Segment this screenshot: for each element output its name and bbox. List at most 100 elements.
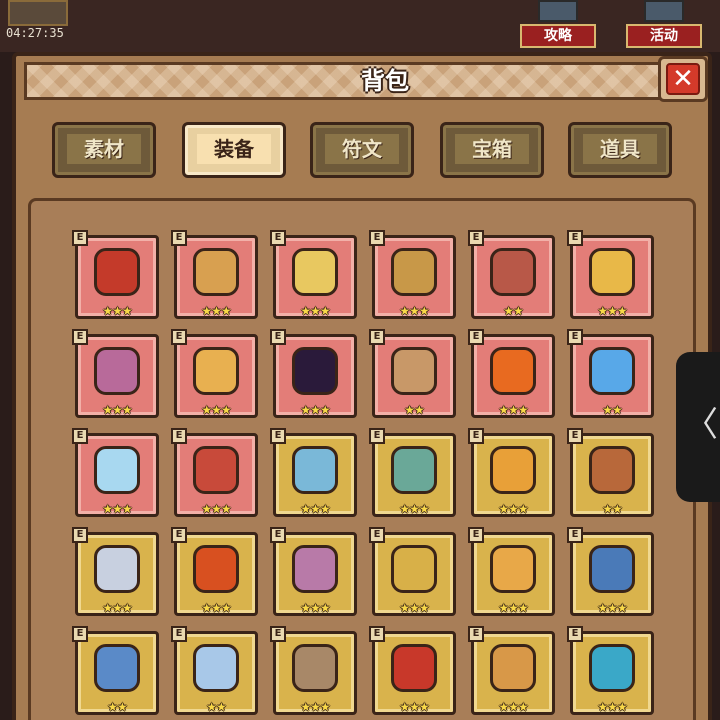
tab-runes[interactable]: 符文 bbox=[310, 122, 414, 178]
title-band: 背包 bbox=[24, 62, 664, 100]
item-grid: E ★★★ E ★★★ E ★★★ E ★★★ E ★★ E ★★★ E ★★★ E ★★★ E ★★★ E ★★ E ★… bbox=[28, 198, 696, 720]
horned-helmet-icon bbox=[391, 248, 437, 296]
equipment-slot[interactable]: E ★★ bbox=[72, 626, 159, 715]
equipment-slot[interactable]: E ★★★ bbox=[369, 428, 456, 517]
equipment-slot[interactable]: E ★★★ bbox=[468, 626, 555, 715]
equipment-slot[interactable]: E ★★★ bbox=[369, 626, 456, 715]
straw-hat-icon bbox=[292, 248, 338, 296]
star-rating: ★★★ bbox=[498, 403, 528, 417]
star-rating: ★★ bbox=[503, 304, 524, 318]
gold-ring-icon bbox=[193, 347, 239, 395]
tab-chests[interactable]: 宝箱 bbox=[440, 122, 544, 178]
equipment-slot[interactable]: E ★★★ bbox=[171, 527, 258, 616]
star-rating: ★★ bbox=[602, 502, 623, 516]
equipped-badge: E bbox=[567, 626, 583, 642]
horned-circlet-icon bbox=[490, 644, 536, 692]
tab-materials[interactable]: 素材 bbox=[52, 122, 156, 178]
red-gem-ring-icon bbox=[193, 446, 239, 494]
equipment-slot[interactable]: E ★★ bbox=[567, 428, 654, 517]
lightning-necklace-icon bbox=[94, 446, 140, 494]
equipped-badge: E bbox=[270, 230, 286, 246]
equipment-slot[interactable]: E ★★ bbox=[171, 626, 258, 715]
star-rating: ★★ bbox=[602, 403, 623, 417]
ruby-scepter-icon bbox=[589, 446, 635, 494]
equipped-badge: E bbox=[369, 626, 385, 642]
guide-button[interactable]: 攻略 bbox=[520, 0, 596, 50]
equipped-badge: E bbox=[369, 527, 385, 543]
equipped-badge: E bbox=[72, 230, 88, 246]
star-rating: ★★★ bbox=[399, 502, 429, 516]
emerald-bracer-icon bbox=[391, 545, 437, 593]
equipment-slot[interactable]: E ★★★ bbox=[72, 329, 159, 418]
star-rating: ★★★ bbox=[399, 601, 429, 615]
equipment-slot[interactable]: E ★★★ bbox=[270, 329, 357, 418]
equipment-slot[interactable]: E ★★★ bbox=[270, 230, 357, 319]
feathered-headdress-icon bbox=[292, 644, 338, 692]
ice-armor-icon bbox=[589, 347, 635, 395]
event-button[interactable]: 活动 bbox=[626, 0, 702, 50]
equipped-badge: E bbox=[72, 626, 88, 642]
equipment-slot[interactable]: E ★★★ bbox=[567, 626, 654, 715]
equipment-slot[interactable]: E ★★★ bbox=[567, 527, 654, 616]
star-rating: ★★★ bbox=[597, 700, 627, 714]
equipped-badge: E bbox=[72, 428, 88, 444]
top-bar: 04:27:35 攻略 活动 bbox=[0, 0, 720, 52]
equipment-slot[interactable]: E ★★ bbox=[369, 329, 456, 418]
equipment-slot[interactable]: E ★★★ bbox=[270, 428, 357, 517]
star-rating: ★★★ bbox=[597, 601, 627, 615]
star-rating: ★★★ bbox=[102, 304, 132, 318]
tab-props[interactable]: 道具 bbox=[568, 122, 672, 178]
star-rating: ★★★ bbox=[300, 700, 330, 714]
star-rating: ★★★ bbox=[300, 403, 330, 417]
equipment-slot[interactable]: E ★★★ bbox=[72, 428, 159, 517]
equipment-slot[interactable]: E ★★★ bbox=[567, 230, 654, 319]
guide-button-label: 攻略 bbox=[520, 24, 596, 48]
tab-label: 宝箱 bbox=[455, 134, 529, 164]
backpack-panel: 背包 ✕ 素材 装备 符文 宝箱 道具 E ★★★ E ★★★ E ★★★ E ★★★ E ★★ E… bbox=[12, 52, 712, 720]
equipped-badge: E bbox=[567, 329, 583, 345]
dark-orb-icon bbox=[292, 347, 338, 395]
star-rating: ★★★ bbox=[300, 304, 330, 318]
equipment-slot[interactable]: E ★★ bbox=[468, 230, 555, 319]
star-rating: ★★★ bbox=[399, 700, 429, 714]
home-icon[interactable] bbox=[8, 0, 68, 26]
equipment-slot[interactable]: E ★★★ bbox=[369, 230, 456, 319]
clock: 04:27:35 bbox=[6, 26, 64, 40]
equipment-slot[interactable]: E ★★ bbox=[567, 329, 654, 418]
equipment-slot[interactable]: E ★★★ bbox=[171, 428, 258, 517]
equipped-badge: E bbox=[468, 428, 484, 444]
tentacle-cloak-icon bbox=[490, 248, 536, 296]
star-rating: ★★★ bbox=[201, 304, 231, 318]
equipped-badge: E bbox=[171, 230, 187, 246]
star-rating: ★★★ bbox=[498, 700, 528, 714]
round-shield-icon bbox=[292, 545, 338, 593]
star-rating: ★★★ bbox=[498, 502, 528, 516]
ice-dagger-icon bbox=[292, 446, 338, 494]
chat-bubble-icon bbox=[538, 0, 578, 22]
lava-shield-icon bbox=[193, 545, 239, 593]
equipped-badge: E bbox=[567, 527, 583, 543]
star-rating: ★★★ bbox=[102, 502, 132, 516]
equipment-slot[interactable]: E ★★★ bbox=[468, 329, 555, 418]
tab-equipment[interactable]: 装备 bbox=[182, 122, 286, 178]
star-rating: ★★★ bbox=[597, 304, 627, 318]
star-rating: ★★★ bbox=[300, 502, 330, 516]
equipment-slot[interactable]: E ★★★ bbox=[270, 626, 357, 715]
equipment-slot[interactable]: E ★★★ bbox=[171, 329, 258, 418]
equipment-slot[interactable]: E ★★★ bbox=[171, 230, 258, 319]
close-button[interactable]: ✕ bbox=[658, 56, 708, 102]
equipment-slot[interactable]: E ★★★ bbox=[468, 428, 555, 517]
side-drawer-handle[interactable]: 〈 bbox=[676, 352, 720, 502]
star-rating: ★★★ bbox=[201, 601, 231, 615]
equipment-slot[interactable]: E ★★★ bbox=[72, 230, 159, 319]
equipment-slot[interactable]: E ★★★ bbox=[270, 527, 357, 616]
equipped-badge: E bbox=[468, 626, 484, 642]
equipped-badge: E bbox=[468, 230, 484, 246]
equipped-badge: E bbox=[270, 329, 286, 345]
crossed-red-blades-icon bbox=[94, 248, 140, 296]
equipment-slot[interactable]: E ★★★ bbox=[468, 527, 555, 616]
equipment-slot[interactable]: E ★★★ bbox=[72, 527, 159, 616]
equipment-slot[interactable]: E ★★★ bbox=[369, 527, 456, 616]
star-rating: ★★★ bbox=[201, 502, 231, 516]
star-rating: ★★★ bbox=[102, 601, 132, 615]
